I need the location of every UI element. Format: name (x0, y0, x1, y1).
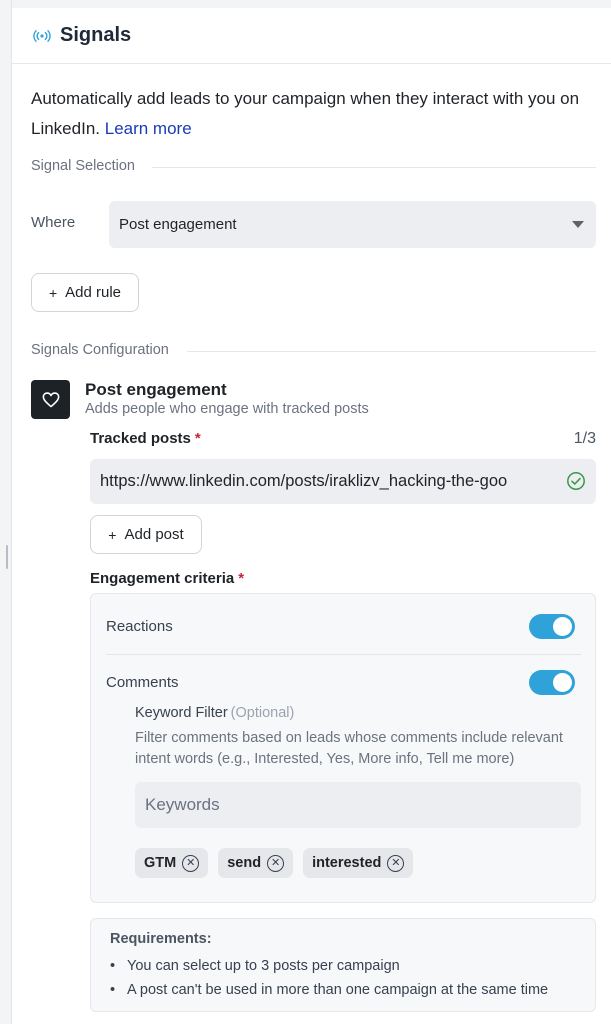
keyword-filter-label: Keyword Filter (Optional) (135, 705, 294, 721)
reactions-toggle[interactable] (529, 614, 575, 639)
keyword-chip: interested ✕ (303, 848, 414, 878)
required-asterisk: * (238, 570, 245, 587)
section-divider (187, 351, 596, 352)
learn-more-link[interactable]: Learn more (105, 119, 192, 138)
toggle-knob (553, 673, 572, 692)
toggle-knob (553, 617, 572, 636)
keyword-chip-label: interested (312, 855, 382, 871)
panel-header: Signals (12, 8, 611, 64)
post-engagement-subtitle: Adds people who engage with tracked post… (85, 401, 369, 417)
resize-handle[interactable] (6, 545, 8, 569)
required-asterisk: * (194, 430, 201, 447)
reactions-label: Reactions (106, 618, 173, 635)
keyword-filter-optional: (Optional) (230, 705, 295, 721)
post-engagement-badge (31, 380, 70, 419)
add-post-button[interactable]: + Add post (90, 515, 202, 554)
plus-icon: + (108, 526, 117, 543)
remove-keyword-icon[interactable]: ✕ (387, 854, 405, 872)
tracked-post-url-field[interactable]: https://www.linkedin.com/posts/iraklizv_… (90, 459, 596, 504)
requirement-text: You can select up to 3 posts per campaig… (127, 958, 400, 974)
tracked-posts-label: Tracked posts * (90, 430, 201, 447)
remove-keyword-icon[interactable]: ✕ (182, 854, 200, 872)
keyword-chip-label: send (227, 855, 262, 871)
tracked-posts-label-text: Tracked posts (90, 430, 191, 447)
requirements-list: • You can select up to 3 posts per campai… (110, 954, 548, 1002)
requirements-title: Requirements: (110, 931, 212, 947)
add-rule-button[interactable]: + Add rule (31, 273, 139, 312)
requirements-box: Requirements: • You can select up to 3 po… (90, 918, 596, 1012)
chevron-down-icon (572, 221, 584, 228)
where-label: Where (31, 214, 76, 231)
list-item: • A post can't be used in more than one c… (110, 982, 549, 998)
requirement-text: A post can't be used in more than one ca… (127, 982, 549, 998)
signals-panel: Signals Automatically add leads to your … (12, 8, 611, 1024)
criteria-divider (106, 654, 581, 655)
keywords-input[interactable] (135, 782, 581, 828)
keyword-chip-label: GTM (144, 855, 177, 871)
comments-toggle[interactable] (529, 670, 575, 695)
intro-text: Automatically add leads to your campaign… (31, 84, 601, 144)
check-circle-icon (567, 472, 585, 490)
heart-icon (42, 391, 59, 407)
panel-title: Signals (60, 24, 132, 46)
signals-configuration-heading: Signals Configuration (31, 342, 169, 358)
where-select[interactable]: Post engagement (109, 201, 596, 248)
remove-keyword-icon[interactable]: ✕ (267, 854, 285, 872)
section-divider (152, 167, 596, 168)
tracked-post-url: https://www.linkedin.com/posts/iraklizv_… (100, 472, 508, 490)
engagement-criteria-label-text: Engagement criteria (90, 570, 235, 587)
list-item: • You can select up to 3 posts per campai… (110, 958, 400, 974)
keyword-filter-title: Keyword Filter (135, 705, 228, 721)
keyword-chips: GTM ✕ send ✕ interested ✕ (135, 848, 414, 878)
where-select-value: Post engagement (119, 216, 237, 233)
plus-icon: + (48, 284, 58, 301)
post-engagement-title: Post engagement (85, 380, 227, 399)
engagement-criteria-label: Engagement criteria * (90, 570, 244, 587)
add-post-label: Add post (124, 526, 184, 543)
left-gutter (0, 0, 12, 1024)
keyword-filter-description: Filter comments based on leads whose com… (135, 730, 563, 767)
add-rule-label: Add rule (65, 284, 122, 301)
keyword-chip: GTM ✕ (135, 848, 209, 878)
tracked-posts-counter: 1/3 (573, 430, 596, 447)
comments-label: Comments (106, 674, 179, 691)
signals-configuration-label: Signals Configuration (31, 342, 169, 358)
keyword-chip: send ✕ (218, 848, 294, 878)
broadcast-icon (32, 26, 52, 46)
signal-selection-label: Signal Selection (31, 158, 135, 174)
signal-selection-heading: Signal Selection (31, 158, 135, 174)
engagement-criteria-box: Reactions Comments Keyword Filter (Option… (90, 593, 596, 903)
